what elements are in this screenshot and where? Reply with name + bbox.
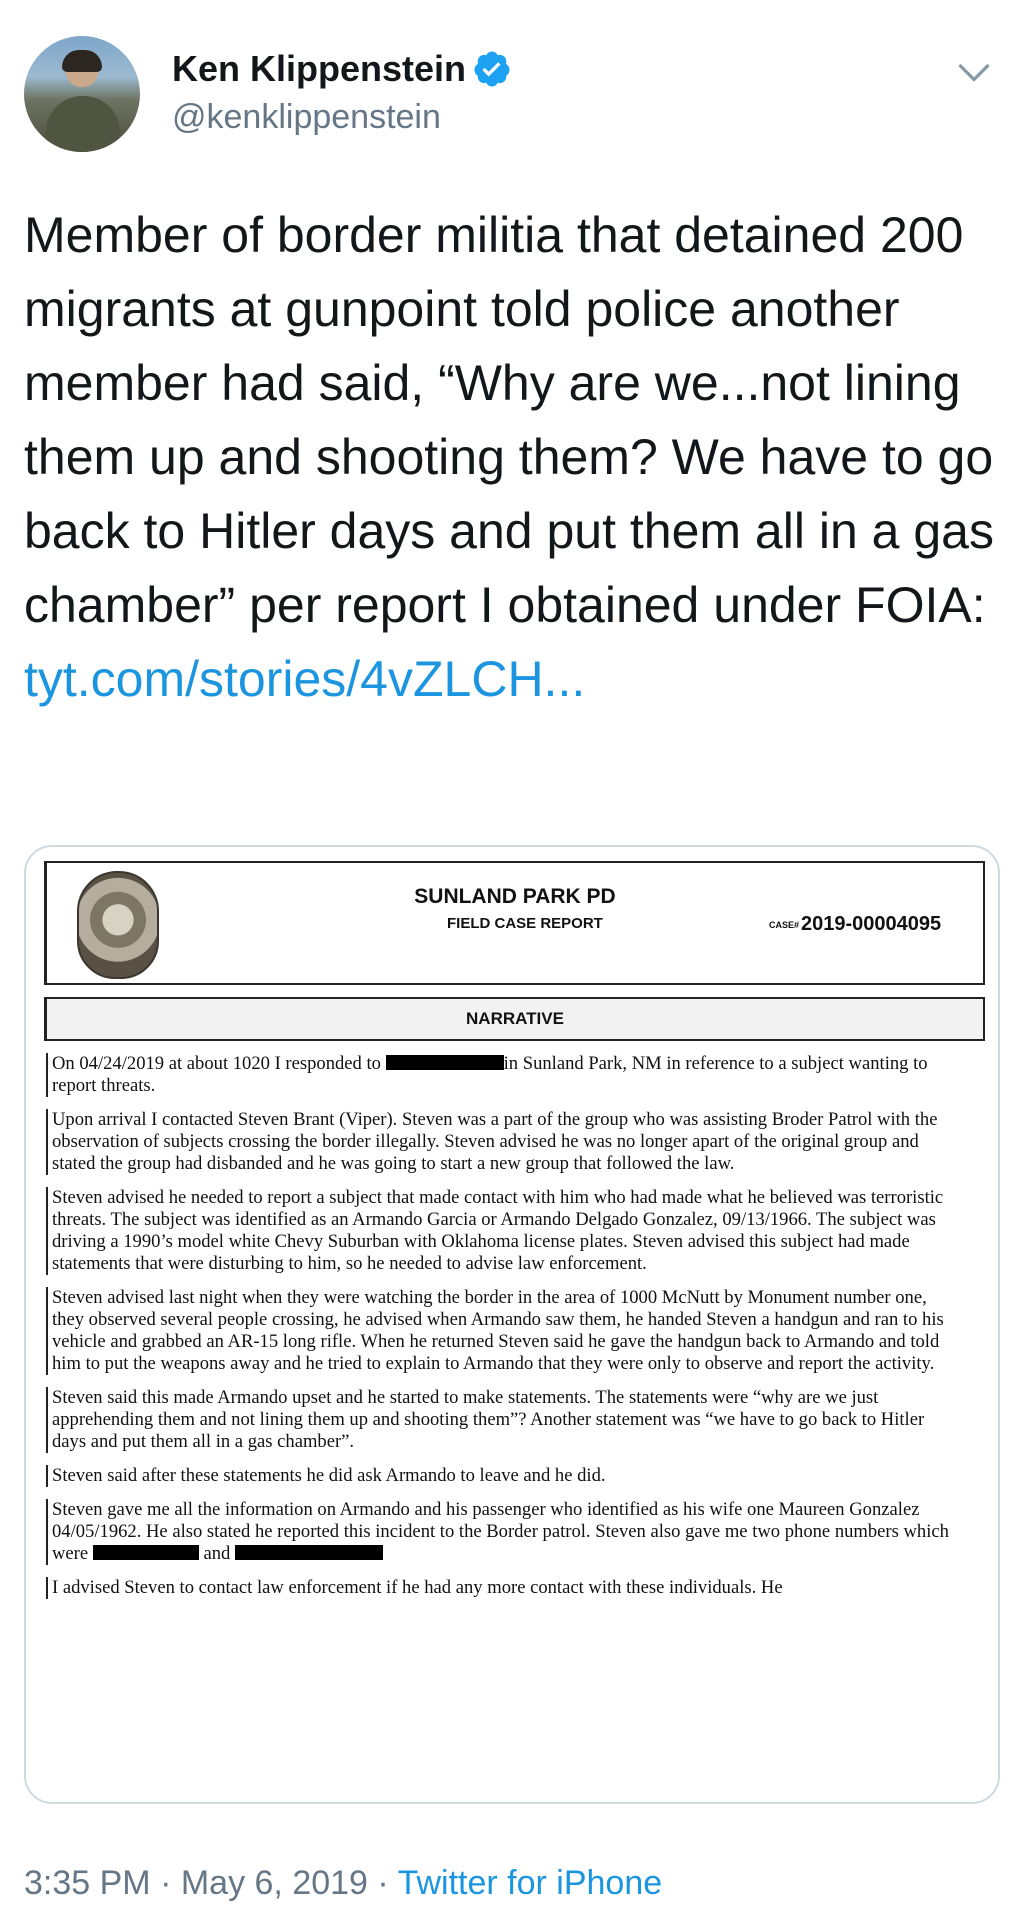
tweet-source[interactable]: Twitter for iPhone xyxy=(398,1864,663,1902)
author-name[interactable]: Ken Klippenstein xyxy=(172,48,466,90)
narrative-paragraph: Steven said this made Armando upset and … xyxy=(46,1387,956,1453)
narrative-text: On 04/24/2019 at about 1020 I responded … xyxy=(52,1053,381,1074)
tweet-time[interactable]: 3:35 PM xyxy=(24,1864,151,1902)
redaction xyxy=(385,1055,504,1070)
report-agency: SUNLAND PARK PD xyxy=(414,885,616,908)
meta-separator: · xyxy=(367,1864,398,1902)
report-case-number: CASE# 2019-00004095 xyxy=(769,913,941,936)
report-header: SUNLAND PARK PD FIELD CASE REPORT CASE# 2… xyxy=(44,861,985,985)
avatar-hair xyxy=(62,50,102,72)
narrative-paragraph: On 04/24/2019 at about 1020 I responded … xyxy=(46,1053,956,1097)
case-number: 2019-00004095 xyxy=(801,913,942,935)
redaction xyxy=(92,1545,199,1560)
tweet-body: Member of border militia that detained 2… xyxy=(24,207,1008,633)
tweet-media-image[interactable]: SUNLAND PARK PD FIELD CASE REPORT CASE# 2… xyxy=(24,845,1000,1804)
narrative-text: and xyxy=(203,1543,231,1564)
narrative-heading: NARRATIVE xyxy=(44,997,985,1041)
author-name-row[interactable]: Ken Klippenstein xyxy=(172,48,512,90)
narrative-label: NARRATIVE xyxy=(466,1009,564,1028)
narrative-paragraph: I advised Steven to contact law enforcem… xyxy=(46,1577,956,1599)
author-handle[interactable]: @kenklippenstein xyxy=(172,98,441,137)
report-document: SUNLAND PARK PD FIELD CASE REPORT CASE# 2… xyxy=(36,857,988,1792)
narrative-paragraph: Steven advised he needed to report a sub… xyxy=(46,1187,956,1275)
tweet-text: Member of border militia that detained 2… xyxy=(24,198,1004,716)
tweet-link[interactable]: tyt.com/stories/4vZLCH... xyxy=(24,651,585,707)
meta-separator: · xyxy=(150,1864,181,1902)
avatar-body xyxy=(46,96,120,152)
verified-badge-icon xyxy=(474,51,510,87)
narrative-paragraph: Upon arrival I contacted Steven Brant (V… xyxy=(46,1109,956,1175)
tweet-meta: 3:35 PM · May 6, 2019 · Twitter for iPho… xyxy=(24,1864,662,1903)
report-type: FIELD CASE REPORT xyxy=(447,915,603,932)
redaction xyxy=(234,1545,383,1560)
tweet-date[interactable]: May 6, 2019 xyxy=(181,1864,368,1902)
narrative-paragraph: Steven said after these statements he di… xyxy=(46,1465,956,1487)
narrative-body: On 04/24/2019 at about 1020 I responded … xyxy=(46,1053,956,1611)
narrative-paragraph: Steven gave me all the information on Ar… xyxy=(46,1499,956,1565)
avatar[interactable] xyxy=(24,36,140,152)
tweet-header: Ken Klippenstein @kenklippenstein xyxy=(24,36,1000,156)
chevron-down-icon[interactable] xyxy=(956,54,992,90)
narrative-paragraph: Steven advised last night when they were… xyxy=(46,1287,956,1375)
case-label: CASE# xyxy=(769,919,800,930)
